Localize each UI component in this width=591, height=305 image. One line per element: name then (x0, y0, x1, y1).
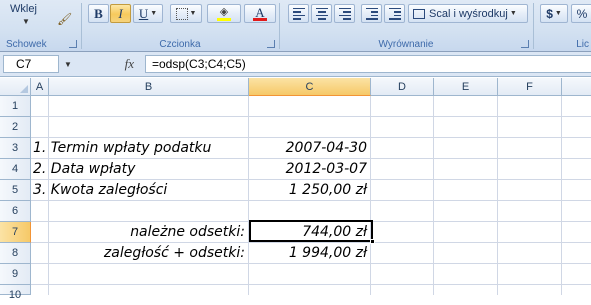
fill-color-swatch (217, 17, 231, 21)
fx-icon: fx (124, 56, 134, 71)
fill-color-icon: ◈ (219, 5, 229, 18)
paste-button[interactable]: Wklej (10, 3, 37, 15)
align-right-icon (338, 7, 351, 20)
align-left-button[interactable] (288, 4, 309, 23)
select-all-button[interactable] (0, 78, 31, 96)
italic-button[interactable]: I (110, 4, 131, 23)
align-left-icon (292, 7, 305, 20)
alignment-launcher-icon[interactable] (521, 40, 529, 48)
borders-icon (175, 7, 188, 20)
ribbon: Wklej ▼ 🖌 Schowek B I U▼ ▼ ◈ A Czcionka (0, 0, 591, 52)
borders-button[interactable]: ▼ (170, 4, 202, 23)
fill-color-button[interactable]: ◈ (207, 4, 241, 23)
spreadsheet-grid: A B C D E F 1 2 3 4 5 6 7 8 9 10 1. Term… (0, 78, 591, 301)
cell-b8[interactable]: zaległość + odsetki: (49, 243, 249, 263)
increase-indent-button[interactable] (384, 4, 405, 23)
font-color-button[interactable]: A (244, 4, 276, 23)
column-header-b[interactable]: B (49, 78, 249, 96)
column-header-f[interactable]: F (498, 78, 562, 96)
cell-c8[interactable]: 1 994,00 zł (249, 243, 371, 263)
row-header-2[interactable]: 2 (0, 117, 31, 138)
column-header-d[interactable]: D (371, 78, 434, 96)
alignment-group-label: Wyrównanie (378, 39, 434, 50)
column-header-a[interactable]: A (31, 78, 49, 96)
paste-dropdown-icon[interactable]: ▼ (22, 17, 30, 26)
align-right-button[interactable] (334, 4, 355, 23)
row-header-7[interactable]: 7 (0, 222, 31, 243)
column-header-c[interactable]: C (249, 78, 371, 96)
row-header-1[interactable]: 1 (0, 96, 31, 117)
clipboard-group-label: Schowek (6, 39, 47, 50)
insert-function-button[interactable]: fx (82, 55, 142, 73)
increase-indent-icon (388, 7, 401, 20)
font-group-label: Czcionka (159, 39, 201, 50)
align-center-icon (315, 7, 328, 20)
alignment-group: Scal i wyśrodkuj ▼ Wyrównanie (280, 0, 532, 52)
clipboard-group: Wklej ▼ 🖌 Schowek (0, 0, 80, 52)
row-header-6[interactable]: 6 (0, 201, 31, 222)
formula-bar: C7 ▼ fx =odsp(C3;C4;C5) (0, 52, 591, 77)
cell-c3[interactable]: 2007-04-30 (249, 138, 371, 158)
format-painter-icon[interactable]: 🖌 (57, 13, 72, 25)
row-header-5[interactable]: 5 (0, 180, 31, 201)
font-group: B I U ▼ ▼ ◈ A Czcionka (82, 0, 278, 52)
row-header-9[interactable]: 9 (0, 264, 31, 285)
bold-button[interactable]: B (88, 4, 109, 23)
decrease-indent-icon (365, 7, 378, 20)
font-color-icon: A (255, 4, 265, 20)
merge-center-icon (413, 8, 425, 19)
row-header-8[interactable]: 8 (0, 243, 31, 264)
name-box-dropdown-icon[interactable]: ▼ (60, 55, 76, 73)
merge-center-button[interactable]: Scal i wyśrodkuj ▼ (408, 4, 528, 23)
percent-button[interactable]: % (571, 4, 591, 23)
name-box[interactable]: C7 (3, 55, 59, 73)
number-group: $ ▼ % Lic (534, 0, 591, 52)
underline-button[interactable]: U ▼ (133, 4, 163, 23)
column-header-g[interactable] (562, 78, 591, 96)
row-header-3[interactable]: 3 (0, 138, 31, 159)
number-group-label: Lic (576, 39, 589, 50)
cell-c5[interactable]: 1 250,00 zł (249, 180, 371, 200)
merge-center-label: Scal i wyśrodkuj (429, 7, 508, 20)
active-cell-border (249, 220, 375, 244)
cell-b4[interactable]: 2. Data wpłaty (31, 159, 249, 179)
row-header-10[interactable]: 10 (0, 285, 31, 301)
cell-b3[interactable]: 1. Termin wpłaty podatku (31, 138, 249, 158)
formula-input[interactable]: =odsp(C3;C4;C5) (145, 55, 591, 73)
cell-b7[interactable]: należne odsetki: (49, 222, 249, 242)
decrease-indent-button[interactable] (361, 4, 382, 23)
font-launcher-icon[interactable] (267, 40, 275, 48)
cell-c4[interactable]: 2012-03-07 (249, 159, 371, 179)
column-header-e[interactable]: E (434, 78, 498, 96)
fill-handle[interactable] (370, 239, 375, 244)
clipboard-launcher-icon[interactable] (69, 40, 77, 48)
cell-b5[interactable]: 3. Kwota zaległości (31, 180, 249, 200)
align-center-button[interactable] (311, 4, 332, 23)
row-header-4[interactable]: 4 (0, 159, 31, 180)
currency-button[interactable]: $ ▼ (540, 4, 568, 23)
